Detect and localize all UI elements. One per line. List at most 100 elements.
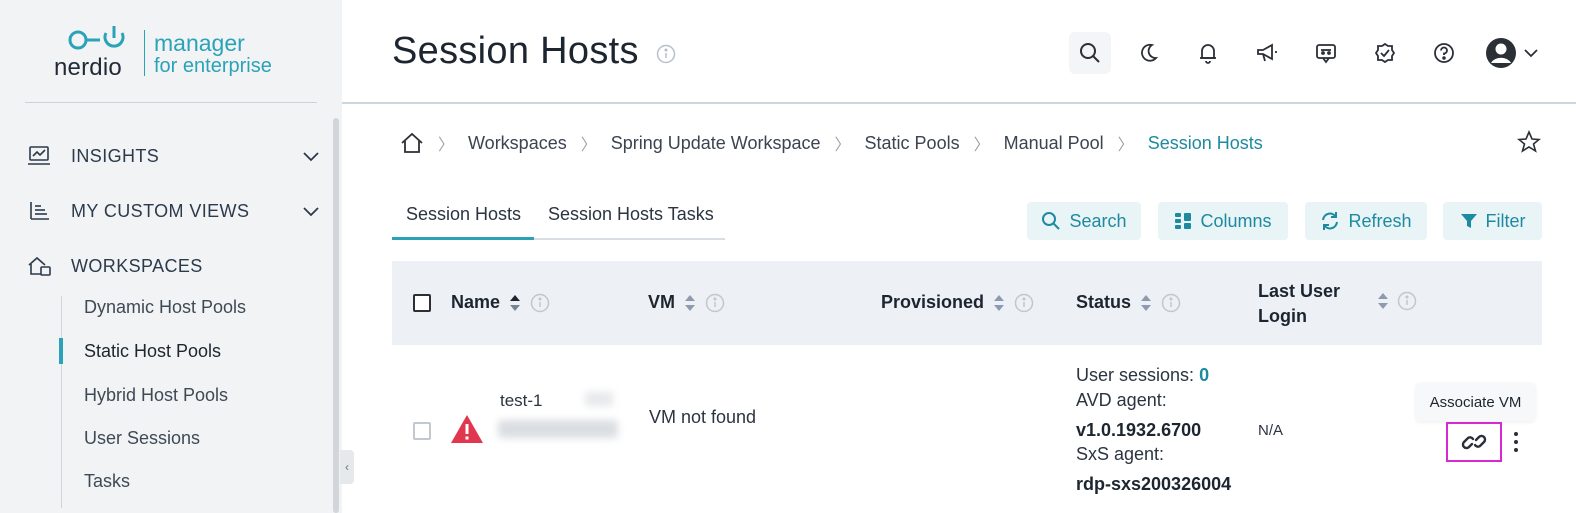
column-header-provisioned[interactable]: Provisioned: [881, 292, 1034, 313]
avd-agent-value: v1.0.1932.6700: [1076, 420, 1202, 440]
refresh-button[interactable]: Refresh: [1305, 202, 1427, 240]
sxs-agent-label: SxS agent:: [1076, 444, 1165, 464]
logo-mark-icon: [68, 26, 125, 50]
row-actions-menu-button[interactable]: [1509, 430, 1523, 454]
sort-icon[interactable]: [509, 294, 521, 312]
sort-icon[interactable]: [1140, 294, 1152, 312]
chat-button[interactable]: [1305, 32, 1347, 74]
breadcrumb-item[interactable]: Spring Update Workspace: [611, 133, 821, 154]
breadcrumb-item[interactable]: Workspaces: [468, 133, 567, 154]
column-header-label: Name: [451, 292, 501, 312]
columns-button-label: Columns: [1200, 210, 1272, 231]
logo-separator: [144, 30, 145, 76]
announcements-button[interactable]: [1246, 32, 1288, 74]
info-icon[interactable]: [1014, 293, 1034, 313]
tab-session-hosts-tasks[interactable]: Session Hosts Tasks: [548, 204, 714, 225]
dot: [1514, 448, 1518, 452]
brand-name: nerdio: [54, 54, 122, 81]
favorite-star-icon[interactable]: [1517, 130, 1541, 154]
sxs-agent-version: rdp-sxs200326004: [1076, 474, 1231, 495]
column-header-label: Status: [1076, 292, 1132, 312]
breadcrumb-separator: 〉: [438, 137, 455, 154]
columns-icon: [1175, 213, 1192, 229]
notifications-button[interactable]: [1187, 32, 1229, 74]
select-all-checkbox[interactable]: [413, 294, 431, 312]
column-header-name[interactable]: Name: [451, 292, 550, 313]
search-icon: [1042, 212, 1061, 230]
user-menu-button[interactable]: [1480, 32, 1544, 74]
info-icon[interactable]: [1397, 291, 1417, 311]
sidebar-item-hybrid-host-pools[interactable]: Hybrid Host Pools: [84, 385, 228, 406]
workspaces-icon: [26, 253, 52, 279]
nav-section-workspaces[interactable]: WORKSPACES: [26, 248, 321, 284]
sort-icon[interactable]: [993, 294, 1005, 312]
info-icon[interactable]: [656, 44, 676, 64]
sidebar-item-dynamic-host-pools[interactable]: Dynamic Host Pools: [84, 297, 246, 318]
sort-icon[interactable]: [684, 294, 696, 312]
column-header-last-user-login[interactable]: Last User Login: [1258, 279, 1340, 329]
breadcrumb-separator: 〉: [1117, 137, 1134, 154]
active-indicator: [59, 338, 63, 364]
nav-section-label: WORKSPACES: [71, 255, 203, 276]
breadcrumb-separator: 〉: [580, 137, 597, 154]
moon-icon: [1141, 43, 1159, 62]
product-name-line2: for enterprise: [154, 55, 272, 77]
chevron-down-icon: [303, 152, 319, 162]
logo-divider: [25, 102, 317, 103]
redacted-domain: [498, 420, 618, 438]
breadcrumb-item[interactable]: Static Pools: [865, 133, 960, 154]
sidebar-item-tasks[interactable]: Tasks: [84, 471, 130, 492]
info-icon[interactable]: [705, 293, 725, 313]
chevron-down-icon: [303, 207, 319, 217]
column-header-label-line1: Last User: [1258, 281, 1341, 301]
nav-section-insights[interactable]: INSIGHTS: [26, 138, 321, 174]
help-icon: [1434, 43, 1454, 63]
column-header-vm[interactable]: VM: [648, 292, 725, 313]
sidebar-scrollbar[interactable]: [333, 118, 339, 513]
theme-toggle-button[interactable]: [1127, 32, 1169, 74]
info-icon[interactable]: [1161, 293, 1181, 313]
nerdio-logo[interactable]: nerdio manager for enterprise: [54, 24, 294, 81]
sort-icon[interactable]: [1377, 292, 1389, 310]
breadcrumb-separator: 〉: [973, 137, 990, 154]
product-name-line1: manager: [154, 30, 245, 56]
vm-value: VM not found: [649, 407, 757, 427]
search-button[interactable]: [1069, 32, 1111, 74]
sidebar-item-static-host-pools[interactable]: Static Host Pools: [84, 341, 221, 362]
nav-section-custom-views[interactable]: MY CUSTOM VIEWS: [26, 193, 321, 229]
chevron-down-icon: [1524, 49, 1538, 58]
nav-section-label: MY CUSTOM VIEWS: [71, 200, 250, 221]
bell-icon: [1200, 44, 1216, 64]
tooltip: Associate VM: [1416, 383, 1535, 421]
avd-agent-version: v1.0.1932.6700: [1076, 420, 1201, 441]
dot: [1514, 440, 1518, 444]
sidebar-item-user-sessions[interactable]: User Sessions: [84, 428, 200, 449]
sxs-agent-value: rdp-sxs200326004: [1076, 474, 1232, 494]
search-table-button[interactable]: Search: [1027, 202, 1141, 240]
subnav-rail: [61, 296, 62, 508]
filter-button[interactable]: Filter: [1443, 202, 1542, 240]
search-icon: [1080, 43, 1100, 63]
sidebar-collapse-button[interactable]: ‹: [340, 450, 354, 484]
nav-section-label: INSIGHTS: [71, 145, 160, 166]
help-button[interactable]: [1423, 32, 1465, 74]
tab-session-hosts[interactable]: Session Hosts: [406, 204, 521, 225]
active-tab-indicator: [392, 237, 534, 240]
columns-button[interactable]: Columns: [1158, 202, 1288, 240]
user-sessions-count[interactable]: 0: [1199, 365, 1209, 385]
verified-button[interactable]: [1364, 32, 1406, 74]
filter-icon: [1460, 214, 1477, 228]
breadcrumb-separator: 〉: [834, 137, 851, 154]
home-icon[interactable]: [400, 132, 424, 154]
column-header-label: Provisioned: [881, 292, 985, 312]
breadcrumb: 〉 Workspaces 〉 Spring Update Workspace 〉…: [400, 128, 1263, 158]
associate-vm-button[interactable]: [1446, 422, 1502, 462]
session-host-name[interactable]: test-1: [500, 391, 543, 411]
status-user-sessions: User sessions: 0: [1076, 365, 1209, 386]
row-select-checkbox[interactable]: [413, 422, 431, 440]
warning-icon: [451, 415, 483, 443]
breadcrumb-item[interactable]: Manual Pool: [1004, 133, 1104, 154]
column-header-status[interactable]: Status: [1076, 292, 1181, 313]
info-icon[interactable]: [530, 293, 550, 313]
status-label: User sessions:: [1076, 365, 1195, 385]
